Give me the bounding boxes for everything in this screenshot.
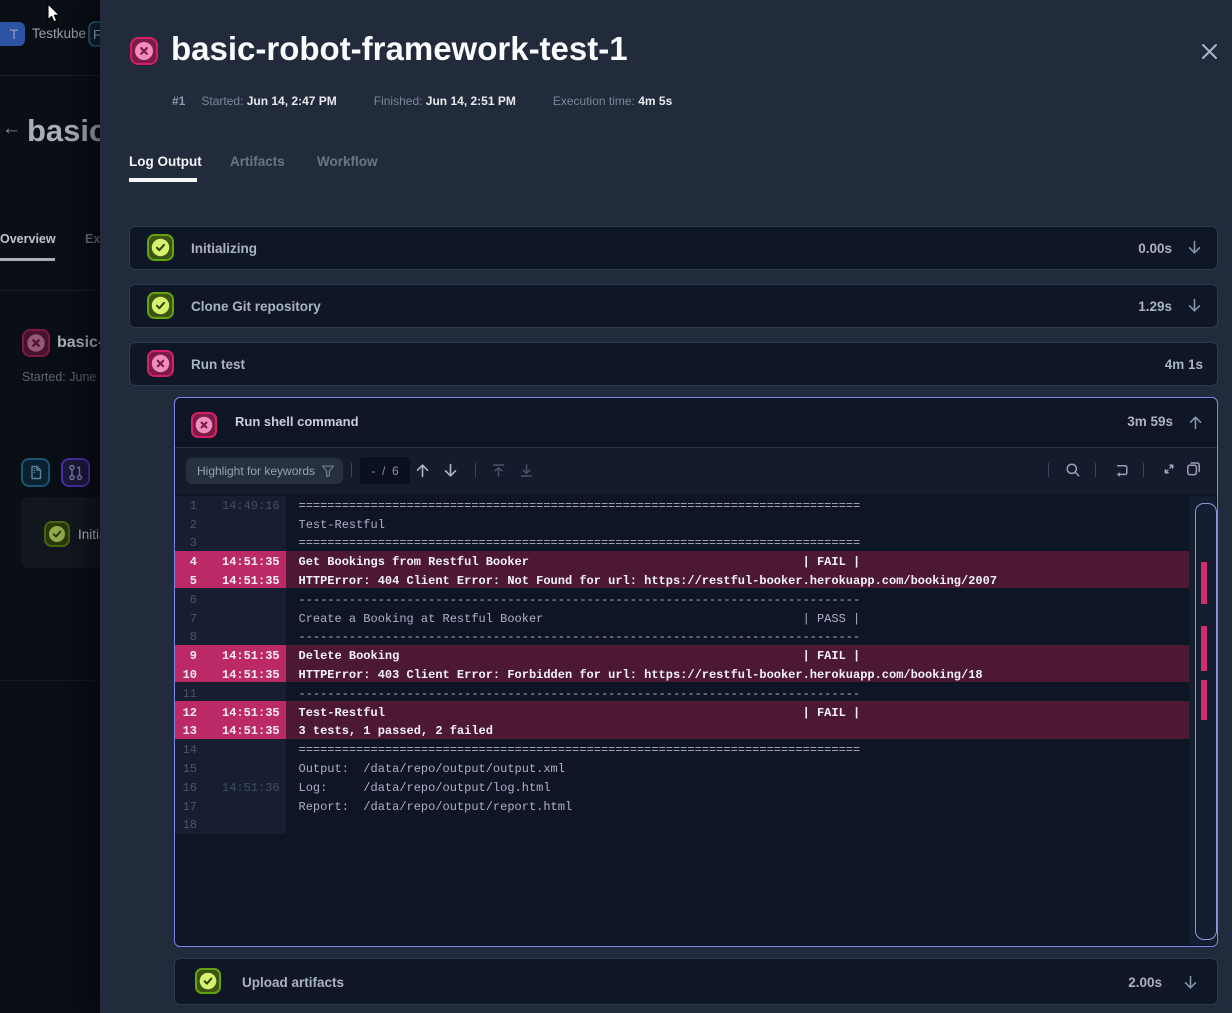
svg-text:T: T	[10, 26, 19, 42]
svg-text:F: F	[93, 27, 100, 42]
